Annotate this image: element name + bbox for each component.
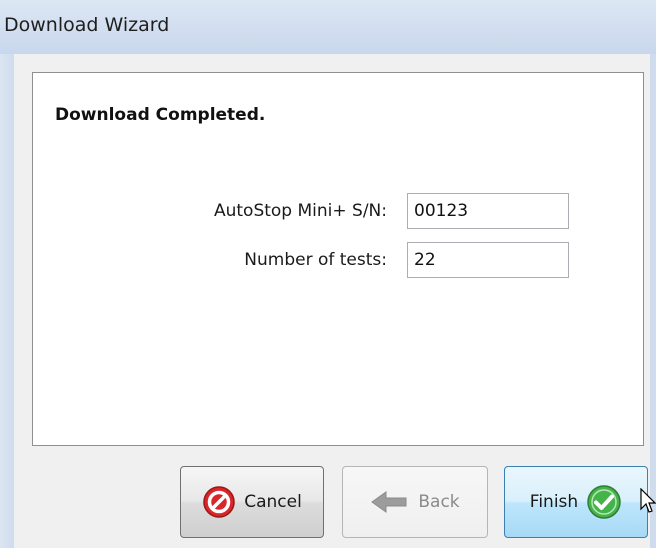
serial-number-label: AutoStop Mini+ S/N:: [213, 201, 387, 221]
cancel-button-label: Cancel: [244, 492, 302, 512]
number-of-tests-field[interactable]: [407, 242, 569, 278]
content-panel: Download Completed. AutoStop Mini+ S/N: …: [32, 72, 644, 446]
download-wizard-window: Download Wizard Download Completed. Auto…: [0, 0, 656, 548]
window-frame-right: [650, 54, 656, 548]
back-button-label: Back: [418, 492, 460, 512]
serial-number-field[interactable]: [407, 193, 569, 229]
checkmark-icon: [587, 485, 621, 519]
status-heading: Download Completed.: [55, 105, 266, 125]
number-of-tests-label: Number of tests:: [244, 250, 387, 270]
mouse-pointer-icon: [640, 488, 656, 513]
title-bar[interactable]: Download Wizard: [0, 0, 656, 54]
back-arrow-icon: [371, 491, 407, 513]
cancel-icon: [203, 486, 235, 518]
cancel-button[interactable]: Cancel: [180, 466, 324, 538]
back-button[interactable]: Back: [342, 466, 488, 538]
finish-button-label: Finish: [529, 492, 579, 512]
window-frame-left: [0, 54, 14, 548]
finish-button[interactable]: Finish: [504, 466, 648, 538]
window-title: Download Wizard: [4, 14, 170, 36]
